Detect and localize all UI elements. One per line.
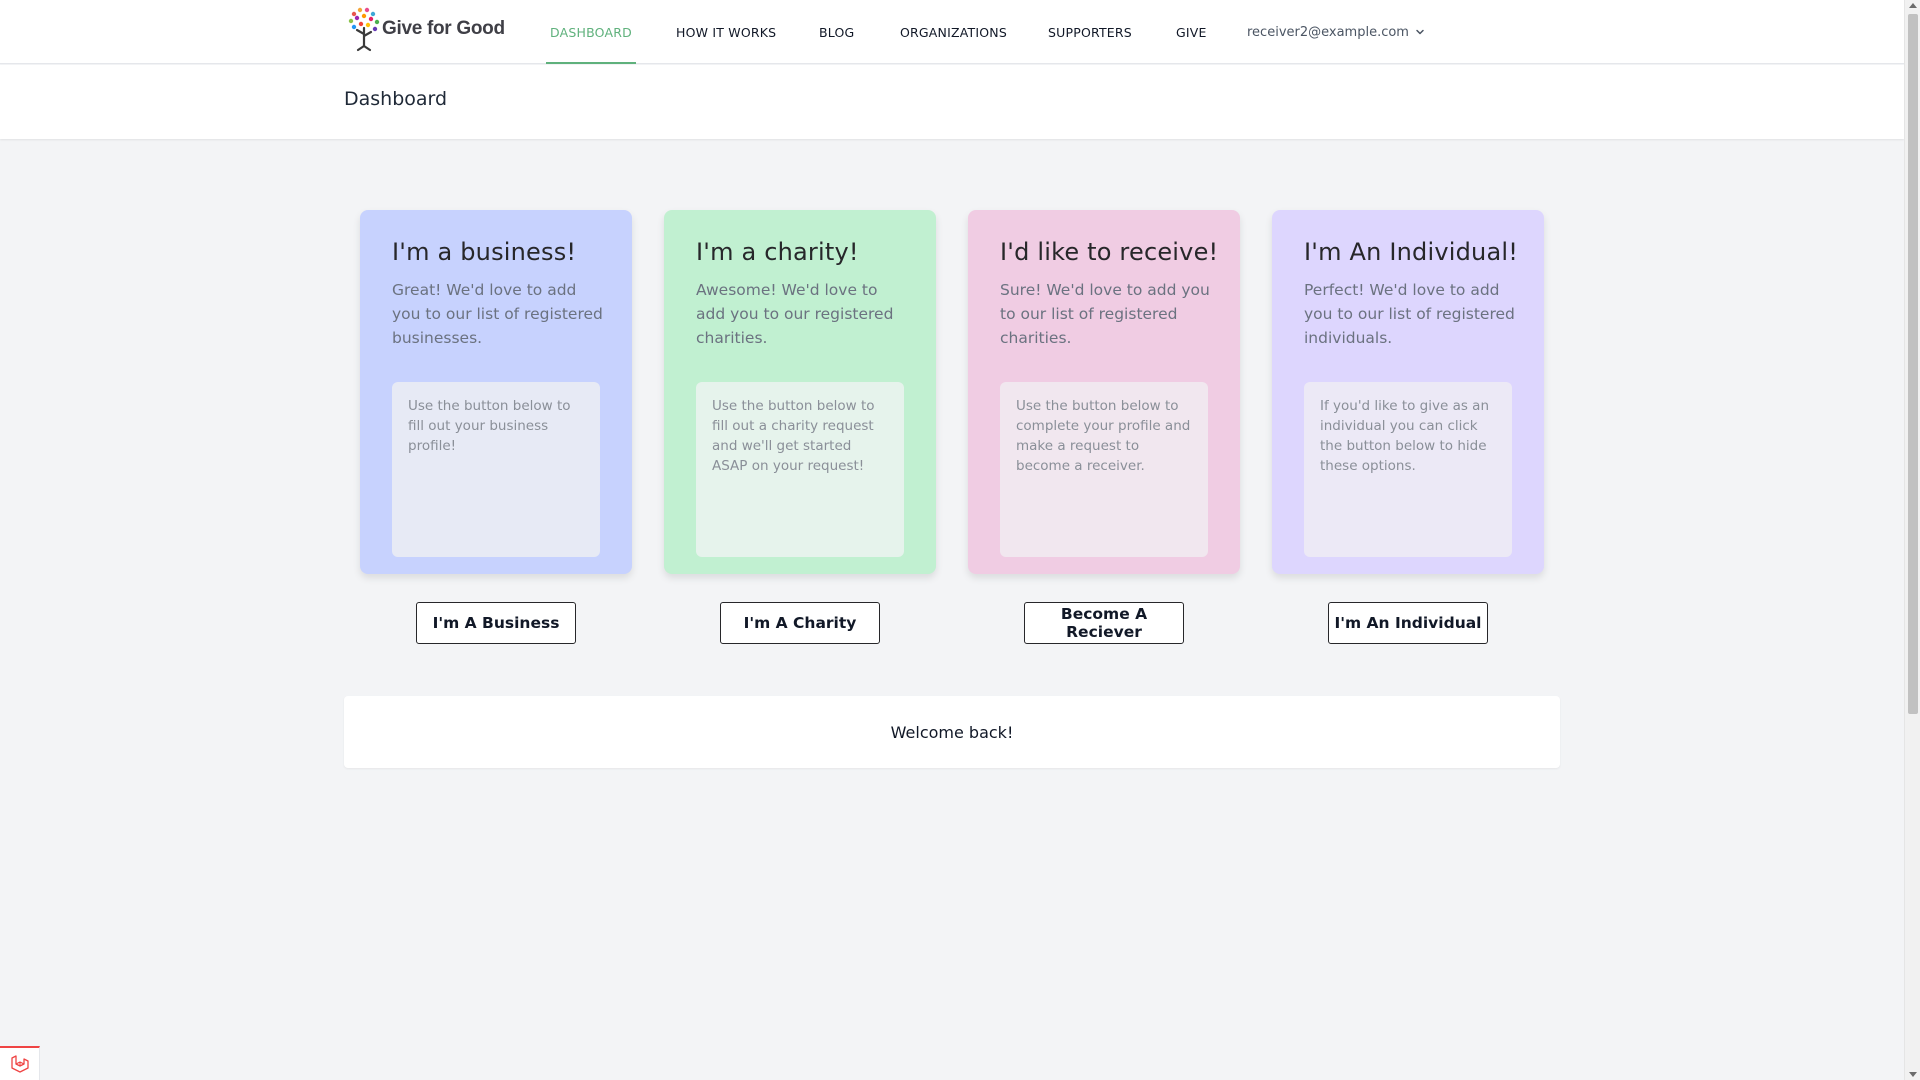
nav-dashboard[interactable]: DASHBOARD <box>546 0 636 64</box>
card-title: I'd like to receive! <box>1000 238 1219 266</box>
user-email: receiver2@example.com <box>1247 24 1409 40</box>
scroll-down-arrow-icon[interactable] <box>1909 1072 1917 1077</box>
card-note: Use the button below to complete your pr… <box>1000 382 1208 557</box>
card-title: I'm a business! <box>392 238 577 266</box>
individual-button[interactable]: I'm An Individual <box>1328 602 1488 644</box>
card-individual: I'm An Individual! Perfect! We'd love to… <box>1272 210 1544 574</box>
page-header: Dashboard <box>0 65 1904 139</box>
card-note: Use the button below to fill out your bu… <box>392 382 600 557</box>
card-description: Sure! We'd love to add you to our list o… <box>1000 281 1210 347</box>
card-business: I'm a business! Great! We'd love to add … <box>360 210 632 574</box>
chevron-down-icon <box>1416 29 1424 35</box>
card-note: Use the button below to fill out a chari… <box>696 382 904 557</box>
card-description: Great! We'd love to add you to our list … <box>392 281 603 347</box>
user-menu-dropdown[interactable]: receiver2@example.com <box>1247 0 1425 64</box>
card-note: If you'd like to give as an individual y… <box>1304 382 1512 557</box>
card-title: I'm a charity! <box>696 238 859 266</box>
business-button[interactable]: I'm A Business <box>416 602 576 644</box>
nav-blog[interactable]: BLOG <box>819 0 854 64</box>
laravel-icon <box>10 1055 29 1073</box>
card-title: I'm An Individual! <box>1304 238 1519 266</box>
vertical-scrollbar[interactable] <box>1904 0 1920 1080</box>
brand-name: Give for Good <box>382 18 505 39</box>
welcome-message: Welcome back! <box>890 722 1014 742</box>
nav-give[interactable]: GIVE <box>1176 0 1207 64</box>
nav-organizations[interactable]: ORGANIZATIONS <box>900 0 1007 64</box>
charity-button[interactable]: I'm A Charity <box>720 602 880 644</box>
debugbar-toggle[interactable] <box>0 1046 40 1080</box>
brand-logo[interactable]: Give for Good <box>346 6 505 52</box>
nav-how-it-works[interactable]: HOW IT WORKS <box>676 0 776 64</box>
scrollbar-thumb[interactable] <box>1908 14 1918 714</box>
welcome-panel: Welcome back! <box>344 696 1560 768</box>
nav-supporters[interactable]: SUPPORTERS <box>1048 0 1132 64</box>
top-navigation: Give for Good DASHBOARD HOW IT WORKS BLO… <box>0 0 1904 64</box>
scroll-up-arrow-icon[interactable] <box>1909 3 1917 8</box>
tree-logo-icon <box>348 7 380 52</box>
card-description: Awesome! We'd love to add you to our reg… <box>696 281 894 347</box>
card-receiver: I'd like to receive! Sure! We'd love to … <box>968 210 1240 574</box>
card-description: Perfect! We'd love to add you to our lis… <box>1304 281 1515 347</box>
card-charity: I'm a charity! Awesome! We'd love to add… <box>664 210 936 574</box>
become-receiver-button[interactable]: Become A Reciever <box>1024 602 1184 644</box>
page-title: Dashboard <box>344 88 448 110</box>
